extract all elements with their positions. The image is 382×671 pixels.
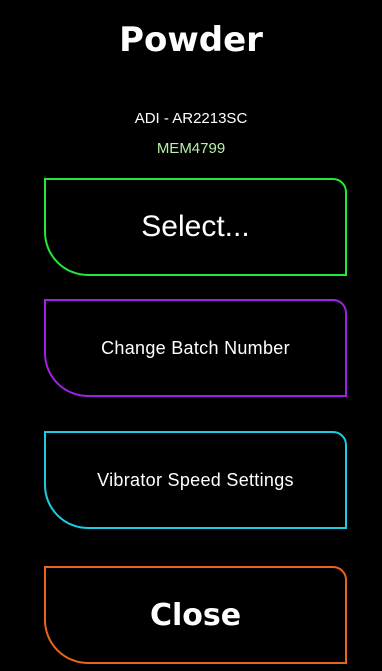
select-button-label: Select... [141,210,250,243]
change-batch-number-button[interactable]: Change Batch Number [44,299,347,397]
close-button-label: Close [149,597,242,633]
change-batch-number-label: Change Batch Number [101,337,290,358]
product-label: ADI - AR2213SC [134,110,248,127]
vibrator-speed-settings-label: Vibrator Speed Settings [97,469,294,490]
page-title: Powder [119,20,263,60]
select-button[interactable]: Select... [44,178,347,276]
vibrator-speed-settings-button[interactable]: Vibrator Speed Settings [44,431,347,529]
close-button[interactable]: Close [44,566,347,664]
batch-number-label: MEM4799 [156,140,226,157]
